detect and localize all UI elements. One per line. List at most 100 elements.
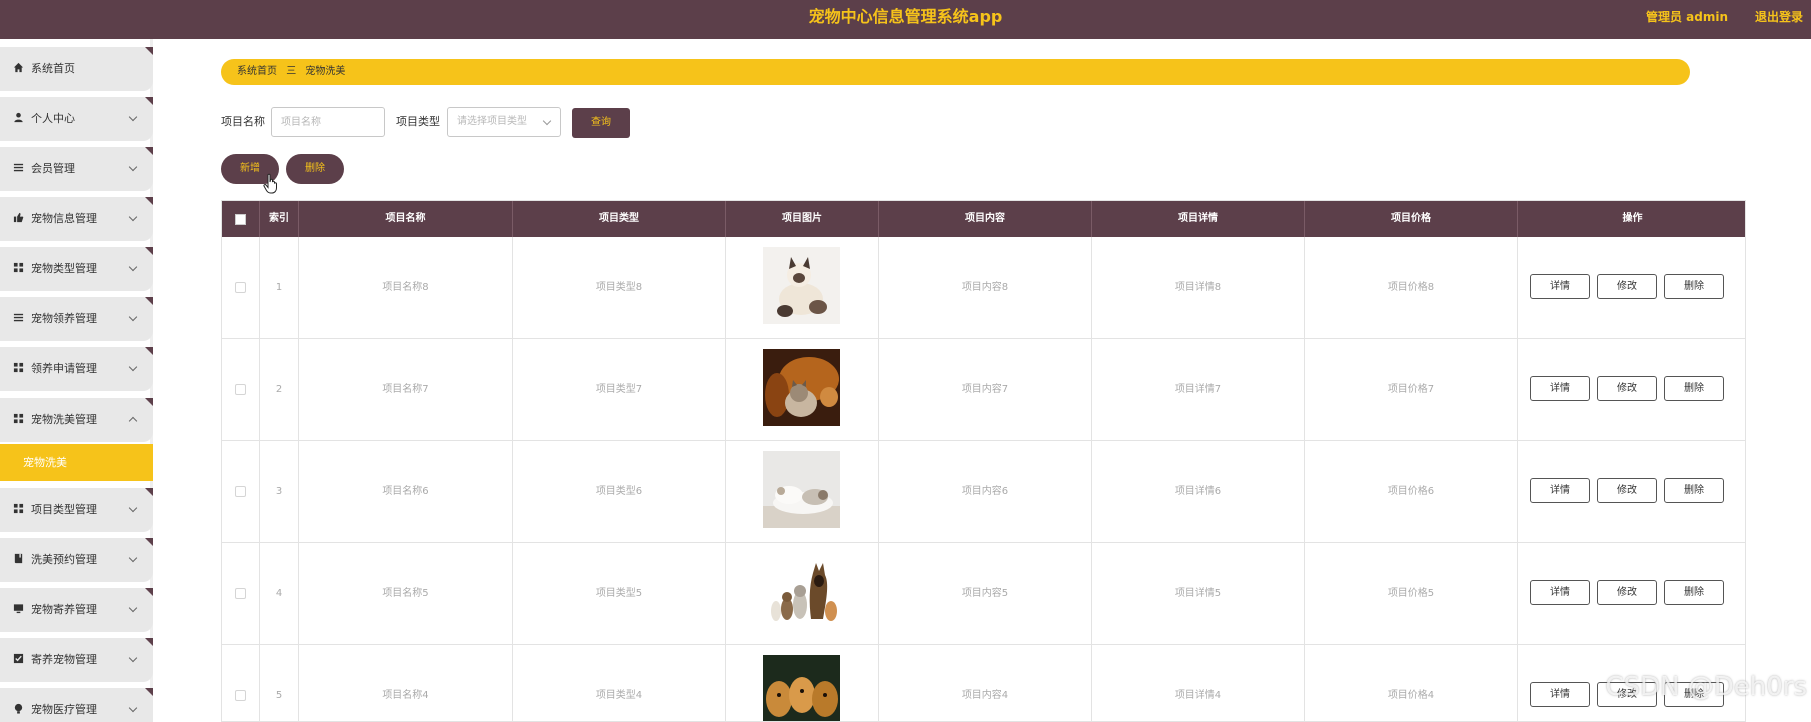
cell-index: 4 xyxy=(260,543,299,644)
checkbox-cell xyxy=(222,441,260,542)
edit-button[interactable]: 修改 xyxy=(1597,376,1657,401)
delete-button[interactable]: 删除 xyxy=(1664,580,1724,605)
watermark: CSDN @Deh0rs xyxy=(1605,672,1807,702)
grid-icon xyxy=(13,503,24,514)
chevron-down-icon xyxy=(128,703,138,713)
sidebar-subitem-grooming[interactable]: 宠物洗美 xyxy=(0,444,153,481)
cell-name: 项目名称7 xyxy=(299,339,513,440)
cell-type: 项目类型7 xyxy=(513,339,726,440)
sidebar-item-members[interactable]: 会员管理 xyxy=(0,147,153,191)
edit-button[interactable]: 修改 xyxy=(1597,274,1657,299)
project-image-cats-and-dogs xyxy=(763,553,840,630)
detail-button[interactable]: 详情 xyxy=(1530,682,1590,707)
cell-content: 项目内容8 xyxy=(879,237,1092,338)
thumbs-up-icon xyxy=(13,212,24,223)
sidebar: 系统首页 个人中心 会员管理 宠物信息管理 宠物类型管理 宠物领养管理 领养申请… xyxy=(0,39,153,722)
delete-button[interactable]: 删除 xyxy=(1664,376,1724,401)
project-name-label: 项目名称 xyxy=(221,115,265,128)
sidebar-item-pet-grooming[interactable]: 宠物洗美管理 xyxy=(0,398,153,442)
cell-content: 项目内容7 xyxy=(879,339,1092,440)
detail-button[interactable]: 详情 xyxy=(1530,580,1590,605)
sidebar-item-home[interactable]: 系统首页 xyxy=(0,47,153,91)
sidebar-item-label: 项目类型管理 xyxy=(31,503,97,516)
sidebar-item-project-type[interactable]: 项目类型管理 xyxy=(0,488,153,532)
cell-price: 项目价格5 xyxy=(1305,543,1518,644)
cell-index: 2 xyxy=(260,339,299,440)
table-row: 5 项目名称4 项目类型4 项目内容4 项目详情4 项目价格4 详情 修改 删除 xyxy=(222,645,1745,721)
list-icon xyxy=(13,163,24,172)
sidebar-subitem-label: 宠物洗美 xyxy=(23,456,67,469)
sidebar-item-pet-type[interactable]: 宠物类型管理 xyxy=(0,247,153,291)
chevron-down-icon xyxy=(128,553,138,563)
sidebar-item-adoption-applications[interactable]: 领养申请管理 xyxy=(0,347,153,391)
hand-cursor-icon xyxy=(263,173,277,194)
sidebar-item-pet-adoption[interactable]: 宠物领养管理 xyxy=(0,297,153,341)
cell-detail: 项目详情5 xyxy=(1092,543,1305,644)
detail-button[interactable]: 详情 xyxy=(1530,274,1590,299)
cell-price: 项目价格4 xyxy=(1305,645,1518,721)
cell-content: 项目内容4 xyxy=(879,645,1092,721)
select-all-checkbox[interactable] xyxy=(235,214,246,225)
sidebar-item-pet-boarding[interactable]: 宠物寄养管理 xyxy=(0,588,153,632)
sidebar-item-label: 会员管理 xyxy=(31,162,75,175)
edit-button[interactable]: 修改 xyxy=(1597,478,1657,503)
sidebar-item-label: 宠物领养管理 xyxy=(31,312,97,325)
checkbox-cell xyxy=(222,543,260,644)
sidebar-item-grooming-booking[interactable]: 洗美预约管理 xyxy=(0,538,153,582)
breadcrumb-separator: 三 xyxy=(286,66,297,77)
col-header-actions: 操作 xyxy=(1622,213,1643,224)
breadcrumb-current: 宠物洗美 xyxy=(305,66,346,77)
project-image-cat-with-kitten xyxy=(763,247,840,324)
project-type-label: 项目类型 xyxy=(396,115,440,128)
sidebar-item-personal-center[interactable]: 个人中心 xyxy=(0,97,153,141)
chevron-down-icon xyxy=(128,162,138,172)
cell-detail: 项目详情4 xyxy=(1092,645,1305,721)
app-title: 宠物中心信息管理系统app xyxy=(808,7,1003,26)
cell-type: 项目类型4 xyxy=(513,645,726,721)
table-row: 1 项目名称8 项目类型8 项目内容8 项目详情8 项目价格8 详情 修改 删除 xyxy=(222,237,1745,339)
chevron-down-icon xyxy=(128,262,138,272)
checkbox-icon xyxy=(13,653,24,664)
cell-name: 项目名称6 xyxy=(299,441,513,542)
col-header-index: 索引 xyxy=(260,201,299,237)
cell-detail: 项目详情7 xyxy=(1092,339,1305,440)
cell-type: 项目类型6 xyxy=(513,441,726,542)
query-button[interactable]: 查询 xyxy=(572,108,630,138)
chevron-down-icon xyxy=(128,653,138,663)
book-icon xyxy=(14,553,23,564)
sidebar-item-label: 宠物信息管理 xyxy=(31,212,97,225)
cell-price: 项目价格6 xyxy=(1305,441,1518,542)
breadcrumb-home[interactable]: 系统首页 xyxy=(237,66,277,77)
table-row: 2 项目名称7 项目类型7 项目内容7 项目详情7 项目价格7 详情 修改 删除 xyxy=(222,339,1745,441)
detail-button[interactable]: 详情 xyxy=(1530,376,1590,401)
current-user[interactable]: 管理员 admin xyxy=(1646,0,1728,34)
cell-content: 项目内容6 xyxy=(879,441,1092,542)
sidebar-item-label: 宠物类型管理 xyxy=(31,262,97,275)
monitor-icon xyxy=(13,604,24,614)
project-name-input[interactable] xyxy=(271,107,385,137)
chevron-down-icon xyxy=(128,362,138,372)
batch-delete-button[interactable]: 删除 xyxy=(286,154,344,184)
checkbox-cell xyxy=(222,339,260,440)
logout-link[interactable]: 退出登录 xyxy=(1755,0,1803,34)
edit-button[interactable]: 修改 xyxy=(1597,580,1657,605)
delete-button[interactable]: 删除 xyxy=(1664,274,1724,299)
sidebar-item-pet-info[interactable]: 宠物信息管理 xyxy=(0,197,153,241)
chevron-down-icon xyxy=(128,212,138,222)
list-icon xyxy=(13,313,24,322)
cell-name: 项目名称8 xyxy=(299,237,513,338)
checkbox-cell xyxy=(222,237,260,338)
cell-type: 项目类型5 xyxy=(513,543,726,644)
delete-button[interactable]: 删除 xyxy=(1664,478,1724,503)
breadcrumb: 系统首页 三 宠物洗美 xyxy=(221,59,1690,85)
project-type-select[interactable]: 请选择项目类型 xyxy=(447,107,561,137)
sidebar-item-pet-medical[interactable]: 宠物医疗管理 xyxy=(0,688,153,722)
chevron-down-icon xyxy=(128,603,138,613)
sidebar-item-boarded-pets[interactable]: 寄养宠物管理 xyxy=(0,638,153,682)
detail-button[interactable]: 详情 xyxy=(1530,478,1590,503)
cell-detail: 项目详情6 xyxy=(1092,441,1305,542)
table-row: 3 项目名称6 项目类型6 项目内容6 项目详情6 项目价格6 详情 修改 删除 xyxy=(222,441,1745,543)
breadcrumb-text: 系统首页 三 宠物洗美 xyxy=(237,59,345,85)
col-header-name: 项目名称 xyxy=(299,201,513,237)
sidebar-item-label: 宠物洗美管理 xyxy=(31,413,97,426)
